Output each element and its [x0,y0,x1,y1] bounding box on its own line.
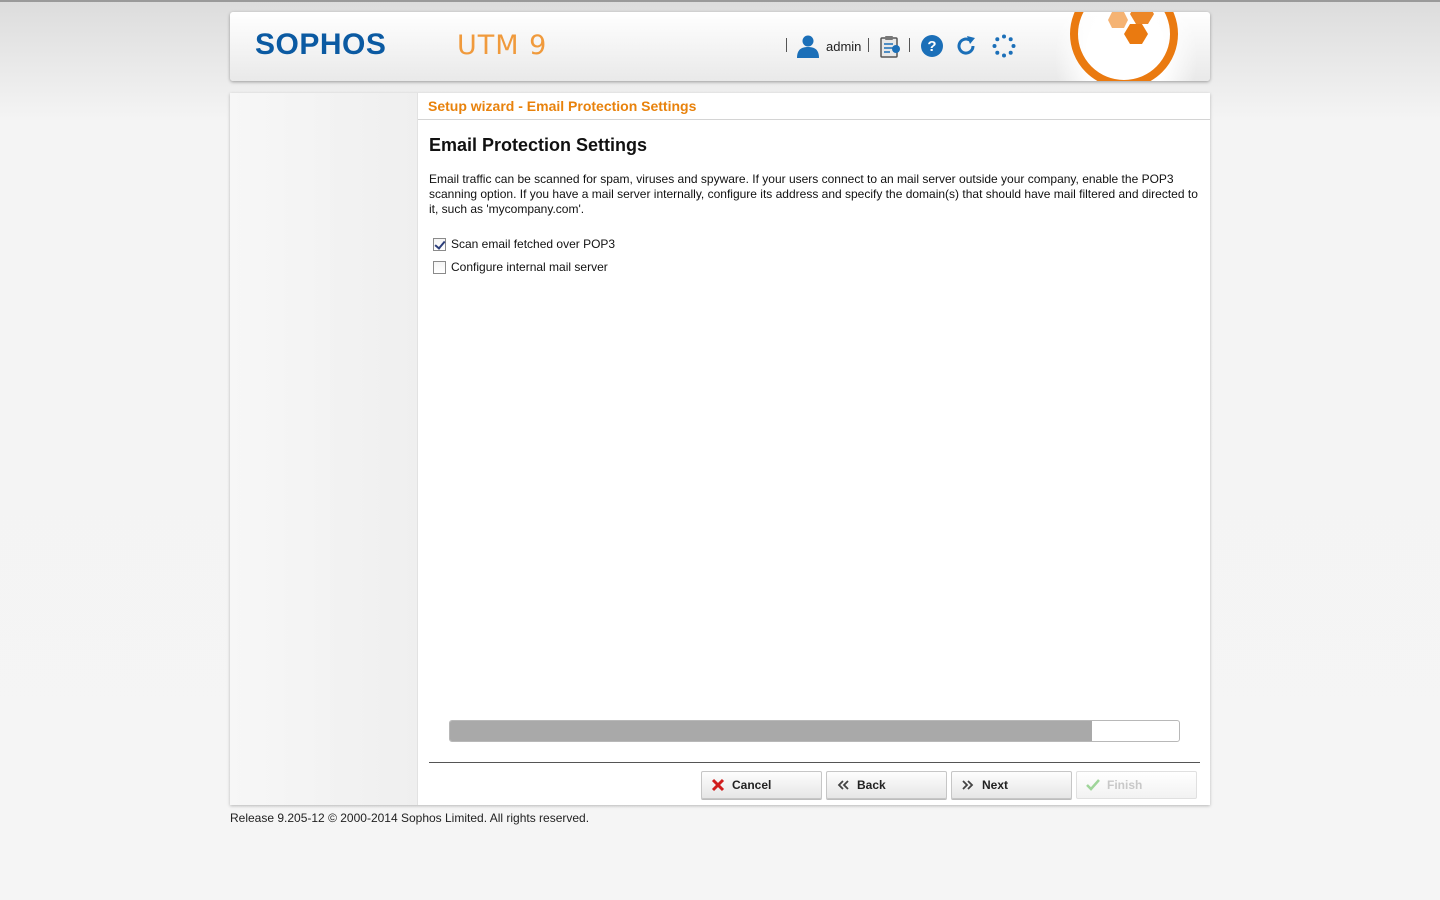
wizard-title: Setup wizard - Email Protection Settings [428,98,697,114]
copyright-text: © 2000-2014 Sophos Limited. All rights r… [328,811,590,825]
double-chevron-left-icon [837,780,849,790]
finish-button[interactable]: Finish [1076,771,1197,799]
cancel-button[interactable]: Cancel [701,771,822,799]
activity-spinner-icon[interactable] [992,34,1016,58]
top-border [0,0,1440,2]
user-name[interactable]: admin [826,39,861,54]
internal-mail-server-label[interactable]: Configure internal mail server [451,260,608,274]
page-heading: Email Protection Settings [429,135,648,155]
option-scan-pop3[interactable]: Scan email fetched over POP3 [433,236,615,252]
main-panel: Setup wizard - Email Protection Settings… [230,93,1210,805]
left-navigation-area [230,93,418,805]
scan-pop3-label[interactable]: Scan email fetched over POP3 [451,237,615,251]
internal-mail-server-checkbox[interactable] [433,260,446,274]
wizard-progress-bar [449,720,1180,742]
header-separator [786,38,787,52]
user-icon[interactable] [796,34,820,58]
scan-pop3-checkbox[interactable] [433,237,446,251]
progress-fill [450,721,1092,741]
app-header: SOPHOS UTM 9 admin ? [230,12,1210,81]
finish-label: Finish [1107,778,1143,792]
sophos-logo: SOPHOS [255,28,387,61]
sophos-emblem [1056,12,1196,81]
help-icon[interactable]: ? [920,34,944,58]
option-internal-mail-server[interactable]: Configure internal mail server [433,259,608,275]
svg-text:?: ? [927,38,936,55]
product-name: UTM 9 [457,30,548,61]
page-description: Email traffic can be scanned for spam, v… [429,172,1198,216]
header-separator [909,38,910,52]
checkmark-icon [1086,779,1100,791]
header-separator [868,38,869,52]
cancel-x-icon [711,778,725,792]
footer: Release 9.205-12 © 2000-2014 Sophos Limi… [230,811,589,825]
reload-icon[interactable] [954,34,978,58]
title-divider [418,119,1210,120]
back-button[interactable]: Back [826,771,947,799]
cancel-label: Cancel [732,778,772,792]
next-label: Next [982,778,1009,792]
next-button[interactable]: Next [951,771,1072,799]
release-version: Release 9.205-12 [230,811,325,825]
button-divider [429,762,1200,763]
back-label: Back [857,778,886,792]
double-chevron-right-icon [962,780,974,790]
clipboard-icon[interactable] [878,34,902,58]
